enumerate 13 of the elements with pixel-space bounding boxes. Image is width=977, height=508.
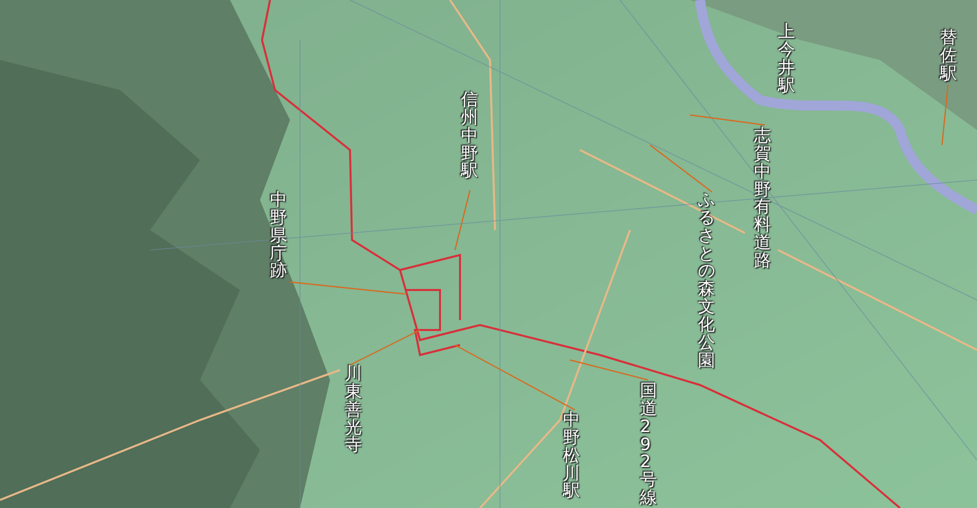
map-label: 中野県庁跡 — [270, 192, 287, 282]
leader-line — [941, 84, 949, 146]
leader-line — [454, 190, 471, 250]
map-label: 信州中野駅 — [461, 92, 478, 182]
map-label: ふるさとの森文化公園 — [698, 192, 715, 370]
leader-line — [350, 329, 420, 366]
map-label: 中野松川駅 — [563, 412, 580, 502]
map-label: 上今井駅 — [778, 24, 795, 96]
leader-line — [650, 144, 712, 192]
map-label: 国道292号線 — [640, 383, 657, 508]
map-label: 替佐駅 — [940, 30, 957, 84]
map-label: 志賀中野有料道路 — [754, 128, 771, 271]
map-label: 川東善光寺 — [345, 366, 362, 456]
